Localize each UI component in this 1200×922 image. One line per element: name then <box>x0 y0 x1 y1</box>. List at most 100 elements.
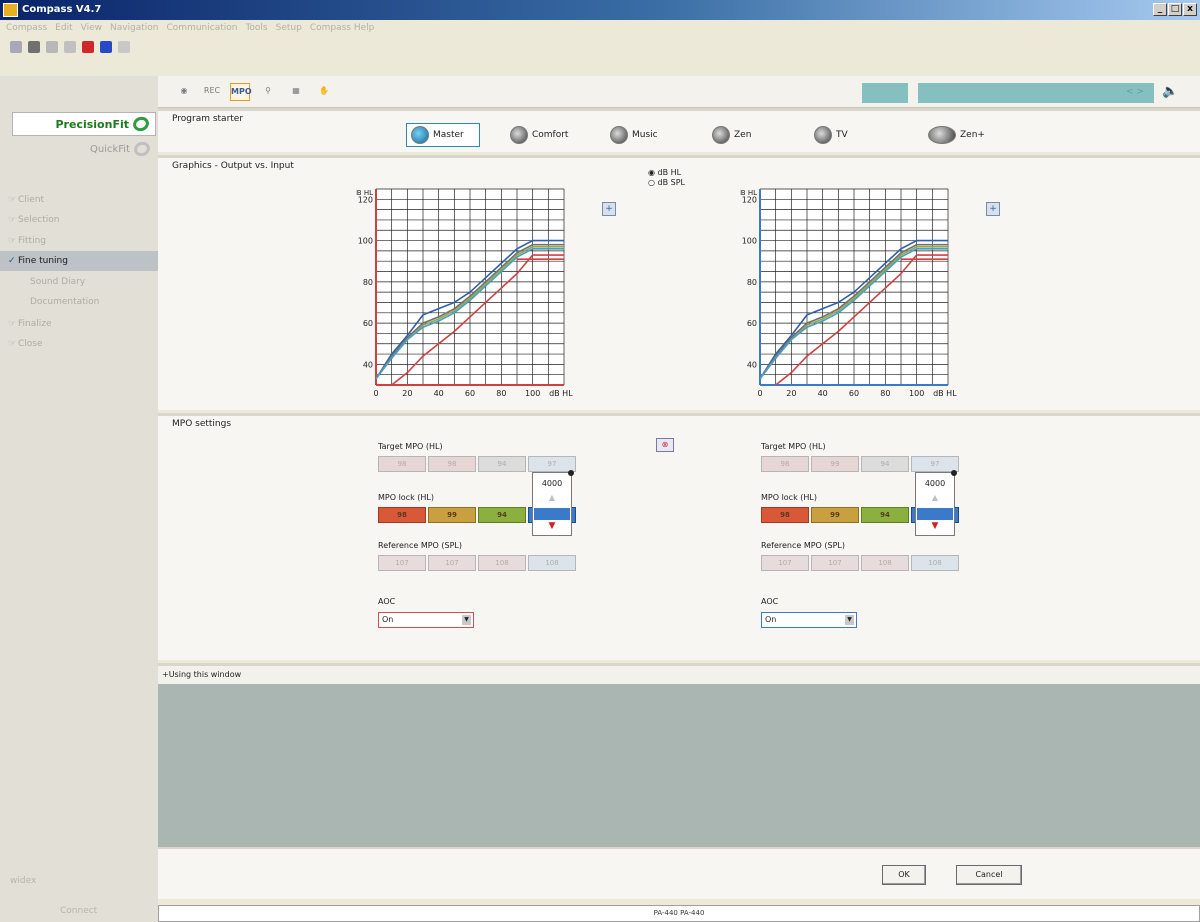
popup-selected-value[interactable] <box>917 508 953 520</box>
menu-edit[interactable]: Edit <box>55 20 72 36</box>
graphics-title: Graphics - Output vs. Input <box>172 161 294 171</box>
print-icon[interactable] <box>28 41 40 53</box>
graphics-panel: Graphics - Output vs. Input 40 60 80 100 120… <box>158 155 1200 410</box>
speaker-icon[interactable]: 🔈 <box>1162 84 1178 99</box>
program-zen-button[interactable]: Zen <box>712 123 751 147</box>
nav-check-icon: ☞ <box>8 339 17 349</box>
chevron-down-icon[interactable]: ▼ <box>845 615 854 625</box>
sidebar-item-documentation[interactable]: Documentation <box>0 292 158 312</box>
menu-compass[interactable]: Compass <box>6 20 47 36</box>
left-frequency-popup[interactable]: 4000 ▲ ▼ <box>532 470 574 536</box>
lock-cell[interactable]: 94 <box>861 507 909 523</box>
master-icon <box>411 126 429 144</box>
ref-cell: 108 <box>861 555 909 571</box>
mpo-button[interactable]: MPO <box>230 83 252 101</box>
target-cell[interactable]: 99 <box>811 456 859 472</box>
lock-cell[interactable]: 99 <box>811 507 859 523</box>
menu-tools[interactable]: Tools <box>245 20 267 36</box>
unit-spl-radio[interactable]: ○ dB SPL <box>648 178 685 188</box>
ref-cell: 108 <box>528 555 576 571</box>
right-help-button[interactable]: + <box>986 202 1000 216</box>
left-aoc-select[interactable]: On ▼ <box>378 612 474 628</box>
right-ear-icon[interactable] <box>100 41 112 53</box>
nav-label: Fine tuning <box>18 256 68 266</box>
nav-label: Close <box>18 339 43 349</box>
document-icon[interactable] <box>118 41 130 53</box>
x-tick-label: 60 <box>849 389 859 398</box>
menu-view[interactable]: View <box>81 20 102 36</box>
minimize-button[interactable]: _ <box>1153 3 1167 16</box>
close-button[interactable]: x <box>1183 3 1197 16</box>
program-info-box[interactable]: < > <box>918 83 1154 103</box>
copy-icon[interactable] <box>64 41 76 53</box>
program-tv-button[interactable]: TV <box>814 123 848 147</box>
target-cell[interactable]: 98 <box>378 456 426 472</box>
popup-close-icon[interactable] <box>568 470 574 476</box>
grid-icon[interactable]: ▦ <box>286 83 306 101</box>
arrow-up-icon[interactable]: ▲ <box>533 493 571 502</box>
nav-check-icon: ☞ <box>8 319 17 329</box>
unit-spl-label: dB SPL <box>657 178 685 187</box>
quickfit-button[interactable]: QuickFit <box>12 139 156 160</box>
program-label: Music <box>632 130 658 140</box>
chevron-down-icon[interactable]: ▼ <box>462 615 471 625</box>
arrow-up-icon[interactable]: ▲ <box>916 493 954 502</box>
arrow-down-icon[interactable]: ▼ <box>533 521 571 531</box>
program-master-button[interactable]: Master <box>406 123 480 147</box>
sidebar-item-close[interactable]: ☞ Close <box>0 334 158 354</box>
left-target-label: Target MPO (HL) <box>378 442 443 451</box>
left-target-row: 98 98 94 97 <box>378 456 576 472</box>
menu-setup[interactable]: Setup <box>276 20 302 36</box>
lock-cell[interactable]: 94 <box>478 507 526 523</box>
ok-button[interactable]: OK <box>882 865 926 885</box>
gain-icon[interactable]: ◉ <box>174 83 194 101</box>
arrow-down-icon[interactable]: ▼ <box>916 521 954 531</box>
x-tick-label: 0 <box>757 389 762 398</box>
menu-help[interactable]: Compass Help <box>310 20 375 36</box>
cancel-button[interactable]: Cancel <box>956 865 1022 885</box>
nav-label: Selection <box>18 215 60 225</box>
left-help-button[interactable]: + <box>602 202 616 216</box>
right-aoc-select[interactable]: On ▼ <box>761 612 857 628</box>
save-icon[interactable] <box>10 41 22 53</box>
target-cell[interactable]: 98 <box>428 456 476 472</box>
target-cell[interactable]: 94 <box>861 456 909 472</box>
ref-cell: 108 <box>478 555 526 571</box>
precisionfit-button[interactable]: PrecisionFit <box>12 112 156 136</box>
lock-cell[interactable]: 98 <box>761 507 809 523</box>
maximize-button[interactable]: □ <box>1168 3 1182 16</box>
menu-communication[interactable]: Communication <box>167 20 238 36</box>
nav-label: Documentation <box>30 297 100 307</box>
target-cell[interactable]: 94 <box>478 456 526 472</box>
sidebar-item-sound-diary[interactable]: Sound Diary <box>0 272 158 292</box>
magnifier-icon[interactable]: ⚲ <box>258 83 278 101</box>
rec-button[interactable]: REC <box>202 83 222 101</box>
sidebar-item-fitting[interactable]: ☞ Fitting <box>0 231 158 251</box>
left-ear-icon[interactable] <box>82 41 94 53</box>
x-tick-label: 20 <box>402 389 412 398</box>
connect-label: Connect <box>60 906 98 916</box>
program-music-button[interactable]: Music <box>610 123 658 147</box>
sidebar-item-finalize[interactable]: ☞ Finalize <box>0 314 158 334</box>
program-comfort-button[interactable]: Comfort <box>510 123 568 147</box>
preview-icon[interactable] <box>46 41 58 53</box>
right-frequency-popup[interactable]: 4000 ▲ ▼ <box>915 470 957 536</box>
unit-hl-radio[interactable]: ◉ dB HL <box>648 168 685 178</box>
target-cell[interactable]: 98 <box>761 456 809 472</box>
status-box[interactable] <box>862 83 908 103</box>
y-tick-label: 100 <box>742 237 757 246</box>
lock-cell[interactable]: 98 <box>378 507 426 523</box>
link-ears-button[interactable]: ⊗ <box>656 438 674 452</box>
program-zen-plus-button[interactable]: Zen+ <box>928 123 985 147</box>
sidebar-item-selection[interactable]: ☞ Selection <box>0 210 158 230</box>
hand-icon[interactable]: ✋ <box>314 83 334 101</box>
lock-cell[interactable]: 99 <box>428 507 476 523</box>
ref-cell: 107 <box>428 555 476 571</box>
using-this-window-toggle[interactable]: +Using this window <box>158 666 1200 684</box>
popup-selected-value[interactable] <box>534 508 570 520</box>
sidebar-item-client[interactable]: ☞ Client <box>0 190 158 210</box>
menu-navigation[interactable]: Navigation <box>110 20 159 36</box>
y-axis-label: dB HL <box>356 189 373 197</box>
popup-close-icon[interactable] <box>951 470 957 476</box>
sidebar-item-fine-tuning[interactable]: ✓ Fine tuning <box>0 251 158 271</box>
